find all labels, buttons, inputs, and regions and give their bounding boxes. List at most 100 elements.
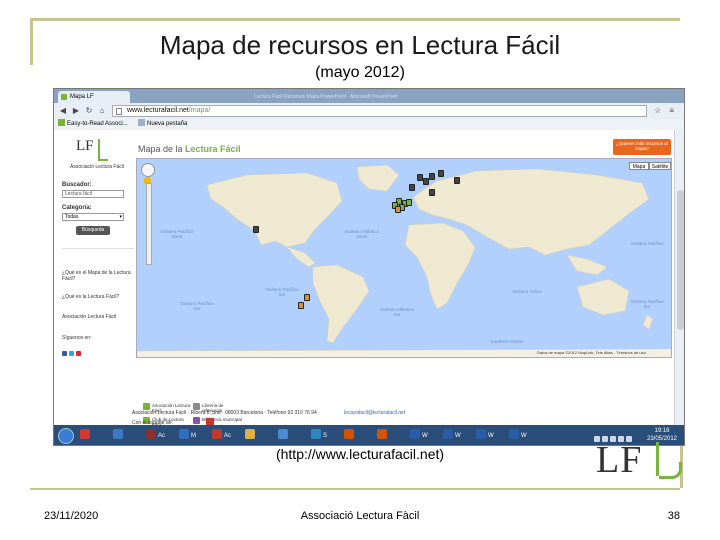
landmass-southeast-asia xyxy=(566,254,608,276)
twitter-icon[interactable] xyxy=(69,351,74,356)
search-button[interactable]: Búsqueda xyxy=(76,226,110,235)
search-label: Buscador: xyxy=(62,182,92,188)
bookmark-item[interactable]: Nueva pestaña xyxy=(138,119,187,130)
browser-tab-strip: Mapa LF Lectura Fácil Recursos Mapa Powe… xyxy=(54,89,684,103)
slide-caption: (http://www.lecturafacil.net) xyxy=(275,446,445,462)
landmass-north-america xyxy=(206,172,343,248)
landmass-greenland xyxy=(356,164,400,192)
map-copyright: Datos de mapa ©2012 MapLink, Tele Atlas … xyxy=(537,350,646,355)
slide-footer: Associació Lectura Fàcil xyxy=(300,510,420,522)
taskbar-app-button[interactable] xyxy=(344,429,356,443)
slide-title: Mapa de recursos en Lectura Fácil xyxy=(159,30,561,60)
start-button[interactable] xyxy=(58,428,74,444)
taskbar-app-label: S xyxy=(323,433,328,439)
taskbar-app-button[interactable] xyxy=(245,429,257,443)
web-page: LF Associació Lectura Fàcil Buscador: Le… xyxy=(54,130,674,441)
taskbar-app-button[interactable]: W xyxy=(410,429,428,443)
ocean-label: Océano Pacífico Sur xyxy=(630,299,664,309)
ocean-label: Océano Índico xyxy=(512,289,542,294)
map-marker[interactable] xyxy=(253,226,260,234)
taskbar-app-button[interactable]: Ac xyxy=(146,429,165,443)
app-icon xyxy=(146,429,156,439)
taskbar-app-button[interactable]: W xyxy=(443,429,461,443)
back-icon[interactable]: ◀ xyxy=(58,106,68,116)
app-icon xyxy=(113,429,123,439)
app-icon xyxy=(80,429,90,439)
ocean-label: Océano Pacífico xyxy=(630,241,664,246)
taskbar-app-button[interactable] xyxy=(278,429,290,443)
landmass-africa xyxy=(404,222,476,310)
map-marker[interactable] xyxy=(428,172,435,180)
map-marker[interactable] xyxy=(437,169,444,177)
ocean-label: Océano Atlántico Sur xyxy=(379,307,415,317)
social-icons xyxy=(62,343,102,356)
map-marker[interactable] xyxy=(303,294,310,302)
chevron-down-icon: ▾ xyxy=(119,214,122,220)
taskbar-app-button[interactable]: S xyxy=(311,429,327,443)
link-what-is-easy-read[interactable]: ¿Qué es la Lectura Fácil? xyxy=(62,294,134,300)
app-icon xyxy=(509,429,519,439)
address-bar[interactable]: www.lecturafacil.net/mapa/ xyxy=(112,105,647,117)
forward-icon[interactable]: ▶ xyxy=(71,106,81,116)
landmass-australia xyxy=(576,278,630,316)
taskbar-app-label: W xyxy=(422,433,428,439)
taskbar-app-label: M xyxy=(191,433,196,439)
ocean-label: Océano Pacífico Sur xyxy=(265,287,299,297)
ocean-label: Southern Ocean xyxy=(490,339,524,344)
taskbar-app-button[interactable] xyxy=(377,429,389,443)
browser-menu-icons[interactable]: ☆ ≡ xyxy=(654,106,682,116)
bookmark-icon xyxy=(138,119,145,126)
taskbar-app-button[interactable] xyxy=(80,429,92,443)
site-logo[interactable]: LF xyxy=(76,138,108,161)
map-marker[interactable] xyxy=(416,174,423,182)
map-marker[interactable] xyxy=(428,189,435,197)
taskbar-app-label: Ac xyxy=(224,433,232,439)
browser-tab-title: Mapa LF xyxy=(70,94,94,100)
map-type-map-button[interactable]: Mapa xyxy=(629,162,649,170)
zoom-slider[interactable] xyxy=(146,183,152,265)
home-icon[interactable]: ⌂ xyxy=(97,106,107,116)
embedded-screenshot: Mapa LF Lectura Fácil Recursos Mapa Powe… xyxy=(53,88,685,446)
legend-swatch xyxy=(193,417,200,424)
map-marker[interactable] xyxy=(454,176,461,184)
add-resource-button[interactable]: ¿Quieres más recursos al mapa? xyxy=(613,139,671,155)
bookmark-icon xyxy=(58,119,65,126)
reload-icon[interactable]: ↻ xyxy=(84,106,94,116)
taskbar-app-button[interactable]: W xyxy=(476,429,494,443)
map-marker[interactable] xyxy=(297,302,304,310)
map-marker[interactable] xyxy=(394,205,401,213)
link-association[interactable]: Asociación Lectura Fácil xyxy=(62,314,134,320)
slide-number: 38 xyxy=(667,510,680,522)
app-icon xyxy=(311,429,321,439)
taskbar-app-button[interactable] xyxy=(113,429,125,443)
taskbar-app-button[interactable]: M xyxy=(179,429,196,443)
favicon-icon xyxy=(61,94,67,100)
ocean-label: Océano Pacífico Sur xyxy=(180,301,214,311)
slide-subtitle: (mayo 2012) xyxy=(315,64,405,81)
map-marker[interactable] xyxy=(406,198,413,206)
taskbar-app-button[interactable]: Ac xyxy=(212,429,231,443)
taskbar-app-button[interactable]: W xyxy=(509,429,527,443)
world-map[interactable]: Mapa Satélite Océano Pacífico Norte Océa… xyxy=(136,158,672,358)
slide-frame-top xyxy=(30,18,680,21)
taskbar-app-label: W xyxy=(488,433,494,439)
search-input[interactable]: Lectura fácil xyxy=(62,190,124,198)
category-select[interactable]: Todas ▾ xyxy=(62,213,124,221)
pan-control[interactable] xyxy=(141,163,155,177)
taskbar-app-label: Ac xyxy=(158,433,166,439)
browser-tab-active[interactable]: Mapa LF xyxy=(58,91,130,103)
youtube-icon[interactable] xyxy=(76,351,81,356)
app-icon xyxy=(278,429,288,439)
bookmark-item[interactable]: Easy-to-Read Associ... xyxy=(58,119,128,130)
map-marker[interactable] xyxy=(422,178,429,186)
taskbar-app-label: W xyxy=(521,433,527,439)
page-scrollbar[interactable] xyxy=(674,130,684,425)
footer-email[interactable]: lecturafacil@lecturafacil.net xyxy=(344,410,405,416)
link-what-is-map[interactable]: ¿Qué es el Mapa de la Lectura Fácil? xyxy=(62,270,134,282)
facebook-icon[interactable] xyxy=(62,351,67,356)
map-marker[interactable] xyxy=(409,183,416,191)
footer-address: Asociación Lectura Fácil · Ribera 8, pra… xyxy=(132,410,317,416)
app-icon xyxy=(377,429,387,439)
landmass-new-zealand xyxy=(642,314,654,330)
map-type-satellite-button[interactable]: Satélite xyxy=(649,162,671,170)
